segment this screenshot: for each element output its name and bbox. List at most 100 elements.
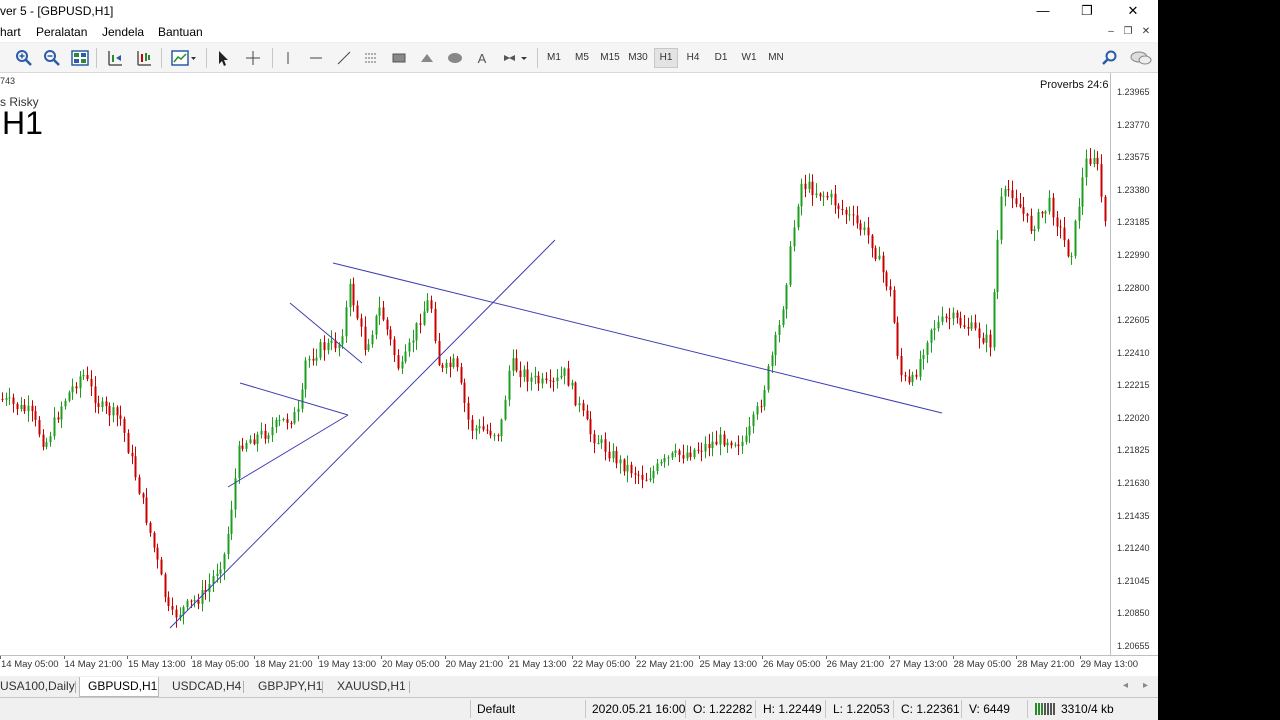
ellipse-icon[interactable] [444,47,466,69]
status-low: L: 1.22053 [833,702,890,716]
mdi-restore-button[interactable]: ❐ [1121,26,1135,37]
candle-body [1052,197,1055,218]
candle-body [349,283,352,308]
tab-usdcad-h4[interactable]: USDCAD,H4 [164,677,249,697]
tile-windows-icon[interactable] [69,47,91,69]
tab-gbpjpy-h1[interactable]: GBPJPY,H1 [250,677,330,697]
candle-body [478,426,481,429]
tab-gbpusd-h1[interactable]: GBPUSD,H1 [79,677,159,697]
auto-scroll-icon[interactable] [133,47,155,69]
vertical-line-icon[interactable] [277,47,299,69]
candle-body [49,436,52,443]
time-scale[interactable]: 14 May 05:00 14 May 21:00 15 May 13:00 18 M… [0,655,1158,676]
candle-body [193,600,196,602]
candle-body [956,312,959,318]
timeframe-m15[interactable]: M15 [597,48,623,68]
price-label: 1.21240 [1117,543,1150,554]
close-button[interactable]: ✕ [1110,0,1156,22]
tab-usa100-daily[interactable]: USA100,Daily [0,677,83,697]
candle-body [608,451,611,459]
candle-body [441,365,444,368]
timeframe-m5[interactable]: M5 [571,48,593,68]
minimize-button[interactable]: — [1020,0,1066,22]
candle-body [730,442,733,446]
candle-body [119,415,122,419]
channel-icon[interactable] [360,47,382,69]
candle-body [600,439,603,444]
trendline[interactable] [289,302,363,364]
title-bar: ver 5 - [GBPUSD,H1] — ❐ ✕ [0,0,1158,22]
trendline[interactable] [332,262,943,414]
price-label: 1.23380 [1117,184,1150,195]
timeframe-h1[interactable]: H1 [654,48,678,68]
candle-body [31,405,34,412]
search-icon[interactable] [1099,47,1121,69]
connection-bars-icon [1035,703,1057,715]
mdi-minimize-button[interactable]: ‒ [1104,26,1118,37]
trendline[interactable] [169,239,556,629]
candle-body [34,411,37,420]
price-scale[interactable]: 1.23965 1.23770 1.23575 1.23380 1.23185 1.229… [1111,73,1158,655]
candle-body [504,399,507,420]
candle-body [1096,157,1099,165]
candle-body [996,239,999,293]
arrows-tool-icon[interactable] [500,47,530,69]
candle-body [637,474,640,476]
chart-templates-icon[interactable] [170,47,198,69]
menu-chart[interactable]: hart [0,25,21,39]
menu-tools[interactable]: Peralatan [36,25,87,39]
candle-body [904,375,907,377]
candle-body [989,334,992,348]
candle-body [497,435,500,437]
candle-body [1033,229,1036,232]
menu-help[interactable]: Bantuan [158,25,203,39]
tab-scroll-right-icon[interactable]: ▸ [1143,680,1148,691]
timeframe-h4[interactable]: H4 [682,48,704,68]
tab-xauusd-h1[interactable]: XAUUSD,H1 [329,677,414,697]
crosshair-icon[interactable] [242,47,264,69]
candle-body [463,382,466,403]
trendline-icon[interactable] [333,47,355,69]
candle-body [789,246,792,285]
candle-body [301,389,304,409]
candle-body [630,464,633,474]
chart-area[interactable]: 743 s Risky H1 Proverbs 24:6 [0,73,1111,655]
timeframe-m30[interactable]: M30 [625,48,651,68]
candle-body [8,397,11,399]
candlestick-chart[interactable] [0,73,1111,655]
candle-body [815,193,818,196]
maximize-button[interactable]: ❐ [1064,0,1110,22]
chart-shift-icon[interactable] [104,47,126,69]
time-label: 21 May 13:00 [509,659,567,670]
time-label: 15 May 13:00 [128,659,186,670]
cursor-icon[interactable] [212,47,234,69]
tab-scroll-left-icon[interactable]: ◂ [1123,680,1128,691]
mdi-close-button[interactable]: ✕ [1139,26,1153,37]
time-label: 29 May 13:00 [1080,659,1139,670]
timeframe-m1[interactable]: M1 [543,48,565,68]
candle-body [963,325,966,328]
chat-icon[interactable] [1128,47,1154,69]
zoom-out-icon[interactable] [41,47,63,69]
candle-body [582,403,585,411]
timeframe-d1[interactable]: D1 [710,48,732,68]
status-profile[interactable]: Default [477,702,515,716]
timeframe-w1[interactable]: W1 [738,48,760,68]
menu-window[interactable]: Jendela [102,25,144,39]
candle-body [60,406,63,420]
text-tool-icon[interactable]: A [471,47,493,69]
rectangle-icon[interactable] [388,47,410,69]
price-label: 1.21825 [1117,445,1150,456]
candle-body [797,206,800,228]
triangle-icon[interactable] [416,47,438,69]
candle-body [75,386,78,389]
candle-body [201,590,204,604]
timeframe-mn[interactable]: MN [765,48,787,68]
candle-body [908,376,911,383]
zoom-in-icon[interactable] [13,47,35,69]
candle-body [112,407,115,416]
horizontal-line-icon[interactable] [305,47,327,69]
candle-body [1067,240,1070,257]
candle-body [830,193,833,198]
candle-body [389,329,392,340]
